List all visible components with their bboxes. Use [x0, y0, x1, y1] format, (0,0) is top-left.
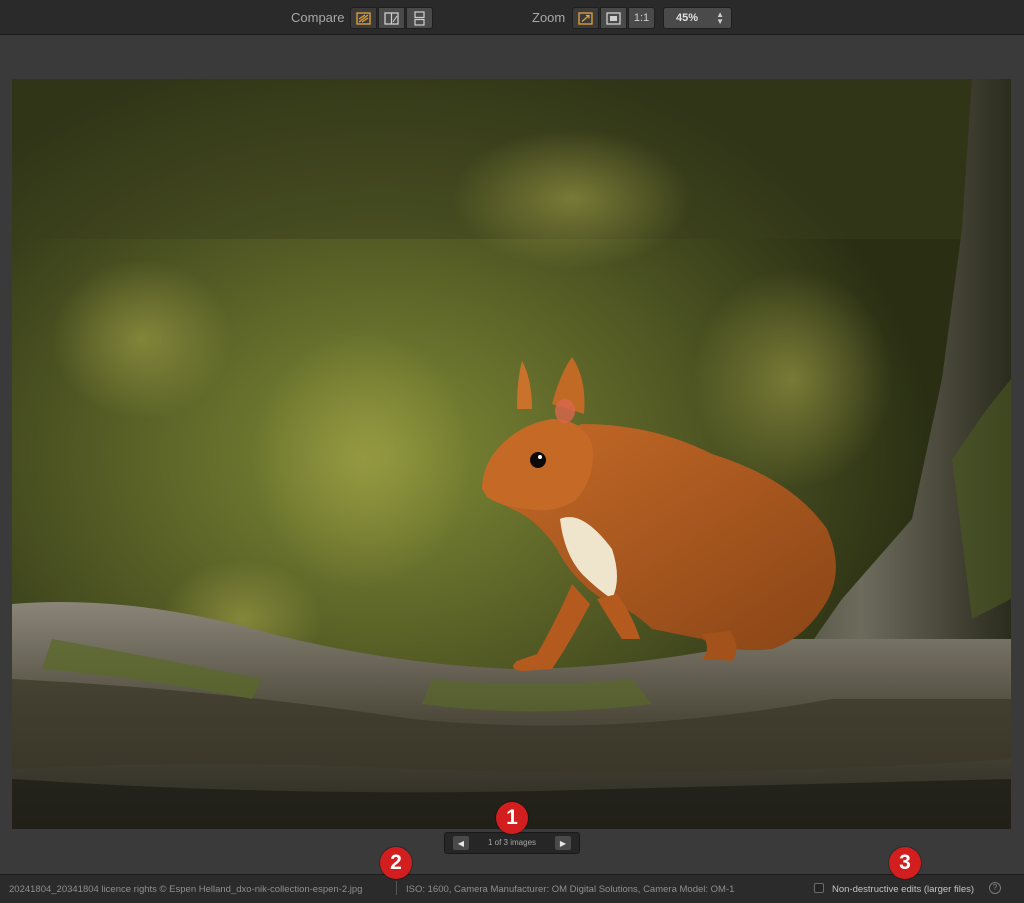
callout-marker-2: 2	[380, 847, 412, 879]
non-destructive-label[interactable]: Non-destructive edits (larger files)	[832, 884, 974, 895]
compare-button-group	[350, 7, 434, 29]
compare-split-icon	[384, 11, 399, 25]
compare-split-button[interactable]	[378, 7, 405, 29]
zoom-fit-button[interactable]	[572, 7, 599, 29]
help-icon[interactable]: ?	[989, 882, 1001, 894]
zoom-fill-icon	[606, 11, 621, 25]
next-image-button[interactable]: ▶	[555, 836, 571, 850]
callout-marker-1: 1	[496, 802, 528, 834]
zoom-label: Zoom	[532, 10, 566, 25]
zoom-fill-button[interactable]	[600, 7, 627, 29]
image-metadata: ISO: 1600, Camera Manufacturer: OM Digit…	[406, 884, 735, 895]
compare-stacked-button[interactable]	[406, 7, 433, 29]
top-toolbar: Compare Zoom 1:1 45% ▲ ▼	[0, 0, 1024, 35]
image-pager: ◀ 1 of 3 images ▶	[444, 832, 580, 854]
compare-single-button[interactable]	[350, 7, 377, 29]
compare-stacked-icon	[414, 10, 425, 26]
status-bar: 20241804_20341804 licence rights © Espen…	[0, 874, 1024, 903]
zoom-fit-icon	[578, 11, 593, 25]
zoom-level-select[interactable]: 45% ▲ ▼	[663, 7, 732, 29]
compare-label: Compare	[291, 10, 345, 25]
status-divider	[396, 881, 397, 895]
file-name: 20241804_20341804 licence rights © Espen…	[9, 884, 363, 895]
preview-image	[12, 79, 1011, 829]
zoom-level-value: 45%	[676, 12, 699, 24]
select-arrows-icon: ▲ ▼	[716, 10, 724, 26]
squirrel-photo	[12, 79, 1011, 829]
callout-marker-3: 3	[889, 847, 921, 879]
non-destructive-checkbox[interactable]	[814, 883, 824, 893]
zoom-button-group: 1:1	[572, 7, 656, 29]
compare-single-icon	[356, 11, 371, 25]
zoom-100-button[interactable]: 1:1	[628, 7, 655, 29]
triangle-right-icon: ▶	[559, 838, 567, 848]
